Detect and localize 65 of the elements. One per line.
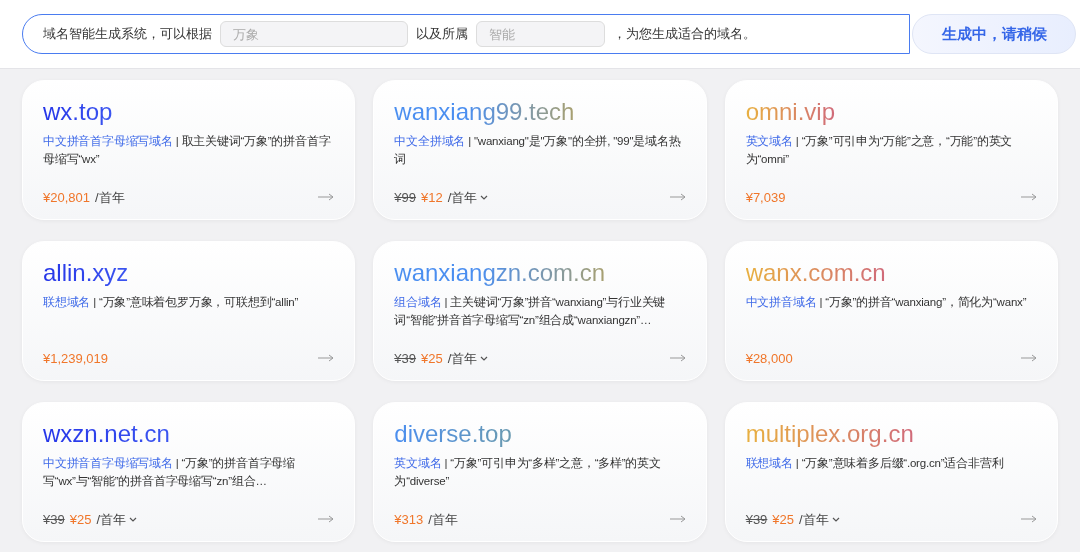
original-price: ¥39 [43,510,65,529]
price: ¥313 [394,510,424,529]
price: ¥25 [421,349,443,368]
domain-card[interactable]: diverse.top 英文域名 | “万象”可引申为“多样”之意，“多样”的英文为“diverse” ¥313 /首年 [373,402,707,542]
arrow-right-icon[interactable] [669,354,686,363]
domain-type-link[interactable]: 英文域名 [394,457,442,469]
domain-card[interactable]: wanxiangzn.com.cn 组合域名 | 主关键词“万象”拼音“wanxiang”与行业关键词“智能”拼音首字母缩写“zn”组合成“wanxiangzn”… ¥39 ¥25 /首年 [373,241,707,381]
price: ¥28,000 [745,349,793,368]
domain-type-link[interactable]: 英文域名 [745,135,793,147]
domain-card[interactable]: wx.top 中文拼音首字母缩写域名 | 取主关键词“万象”的拼音首字母缩写“wx” ¥20,801 /首年 [22,80,356,220]
arrow-right-icon[interactable] [1021,193,1037,202]
domain-card[interactable]: allin.xyz 联想域名 | “万象”意味着包罗万象，可联想到“allin” ¥1,239,019 [22,241,356,381]
domain-description: 中文拼音首字母缩写域名 | “万象”的拼音首字母缩写“wx”与“智能”的拼音首字母缩写“zn”组合… [43,456,297,489]
domain-card[interactable]: wanxiang99.tech 中文全拼域名 | "wanxiang"是"万象"的全拼, "99"是域名热词 ¥99 ¥12 /首年 [373,80,707,220]
price-unit: /首年 [96,510,127,529]
domain-description: 中文拼音首字母缩写域名 | 取主关键词“万象”的拼音首字母缩写“wx” [43,134,332,167]
domain-card[interactable]: wanx.com.cn 中文拼音域名 | “万象”的拼音“wanxiang”，简化为“wanx” ¥28,000 [724,241,1058,381]
domain-type-link[interactable]: 中文拼音首字母缩写域名 [43,135,173,147]
domain-description: 联想域名 | “万象”意味着包罗万象，可联想到“allin” [43,295,300,310]
chevron-down-icon[interactable] [831,516,840,522]
prompt-text: 域名智能生成系统，可以根据 [43,25,212,44]
price: ¥25 [772,510,795,529]
domain-card[interactable]: omni.vip 英文域名 | “万象”可引申为“万能”之意，“万能”的英文为“omni” ¥7,039 [724,80,1058,220]
industry-field[interactable]: 智能 [476,21,605,47]
arrow-right-icon[interactable] [318,354,335,363]
price: ¥1,239,019 [43,349,109,368]
domain-description: 组合域名 | 主关键词“万象”拼音“wanxiang”与行业关键词“智能”拼音首字母缩写“zn”组合成“wanxiangzn”… [394,295,667,328]
arrow-right-icon[interactable] [669,193,686,202]
domain-type-link[interactable]: 联想域名 [43,296,91,308]
chevron-down-icon[interactable] [480,355,489,361]
original-price: ¥99 [394,188,417,207]
domain-description: 英文域名 | “万象”可引申为“万能”之意，“万能”的英文为“omni” [745,134,1014,167]
price-unit: /首年 [799,510,829,529]
arrow-right-icon[interactable] [318,515,335,524]
price-unit: /首年 [428,510,458,529]
price-unit: /首年 [447,349,478,368]
original-price: ¥39 [394,349,417,368]
domain-card[interactable]: wxzn.net.cn 中文拼音首字母缩写域名 | “万象”的拼音首字母缩写“wx”与“智能”的拼音首字母缩写“zn”组合… ¥39 ¥25 /首年 [22,402,356,542]
domain-description: 中文全拼域名 | "wanxiang"是"万象"的全拼, "99"是域名热词 [394,134,682,167]
chevron-down-icon[interactable] [129,516,138,522]
price: ¥25 [69,510,92,529]
arrow-right-icon[interactable] [1021,354,1037,363]
price-unit: /首年 [447,188,478,207]
price: ¥7,039 [745,188,786,207]
prompt-text: ，为您生成适合的域名。 [613,25,756,44]
prompt-text: 以及所属 [416,25,468,44]
chevron-down-icon[interactable] [480,194,489,200]
domain-type-link[interactable]: 中文全拼域名 [394,135,466,147]
keyword-field[interactable]: 万象 [220,21,408,47]
arrow-right-icon[interactable] [318,193,335,202]
arrow-right-icon[interactable] [669,515,686,524]
arrow-right-icon[interactable] [1021,515,1037,524]
domain-type-link[interactable]: 中文拼音首字母缩写域名 [43,457,173,469]
price-unit: /首年 [95,188,125,207]
domain-card[interactable]: multiplex.org.cn 联想域名 | “万象”意味着多后缀“.org.cn”适合非营利 ¥39 ¥25 /首年 [724,402,1058,542]
generate-button[interactable]: 生成中，请稍侯 [912,14,1076,54]
price: ¥12 [421,188,443,207]
domain-type-link[interactable]: 中文拼音域名 [745,296,817,308]
original-price: ¥39 [745,510,768,529]
domain-description: 中文拼音域名 | “万象”的拼音“wanxiang”，简化为“wanx” [745,295,1028,310]
domain-type-link[interactable]: 组合域名 [394,296,442,308]
domain-description: 联想域名 | “万象”意味着多后缀“.org.cn”适合非营利 [745,456,1005,471]
price: ¥20,801 [43,188,90,207]
domain-type-link[interactable]: 联想域名 [745,457,793,469]
domain-description: 英文域名 | “万象”可引申为“多样”之意，“多样”的英文为“diverse” [394,456,662,489]
